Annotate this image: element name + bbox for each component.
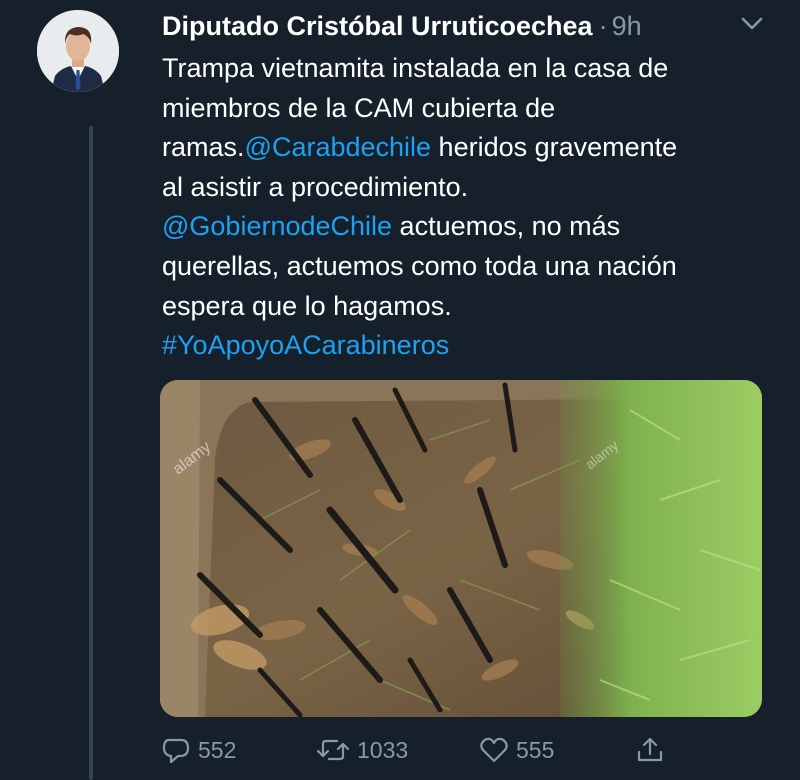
hashtag-link[interactable]: #YoApoyoACarabineros <box>162 330 449 360</box>
author-name[interactable]: Diputado Cristóbal Urruticoechea <box>162 11 593 42</box>
header-separator: · <box>598 10 608 41</box>
tweet-text-line: ramas.@Carabdechile heridos gravemente <box>162 128 782 168</box>
tweet-text-line: Trampa vietnamita instalada en la casa d… <box>162 49 782 89</box>
tweet-text-segment: espera que lo hagamos. <box>162 290 452 321</box>
like-count: 555 <box>516 736 555 763</box>
like-icon <box>480 737 508 763</box>
tweet-text-segment: miembros de la CAM cubierta de <box>162 92 556 123</box>
tweet-text-segment: ramas. <box>162 132 245 163</box>
tweet-text-line: #YoApoyoACarabineros <box>162 326 782 366</box>
reply-count: 552 <box>198 736 237 763</box>
retweet-button[interactable]: 1033 <box>315 730 408 770</box>
retweet-icon <box>316 739 350 761</box>
tweet-text-segment: querellas, actuemos como toda una nación <box>162 250 677 281</box>
tweet-text-line: espera que lo hagamos. <box>162 287 782 327</box>
tweet-image[interactable]: alamy alamy <box>160 380 762 717</box>
trap-photo: alamy alamy <box>160 380 762 717</box>
tweet-text-line: al asistir a procedimiento. <box>162 168 782 208</box>
tweet-text-segment: al asistir a procedimiento. <box>162 171 469 202</box>
tweet-menu-button[interactable] <box>738 14 766 34</box>
avatar-photo <box>37 10 119 92</box>
mention-link[interactable]: @Carabdechile <box>245 132 432 162</box>
chevron-down-icon <box>741 17 763 30</box>
reply-icon <box>162 738 190 764</box>
author-avatar[interactable] <box>37 10 119 92</box>
tweet-text-segment: heridos gravemente <box>431 132 678 163</box>
tweet-text: Trampa vietnamita instalada en la casa d… <box>162 49 782 366</box>
like-button[interactable]: 555 <box>478 730 554 770</box>
share-button[interactable] <box>634 730 666 770</box>
retweet-count: 1033 <box>357 736 409 763</box>
tweet-header: Diputado Cristóbal Urruticoechea · 9h <box>162 8 642 44</box>
tweet-text-line: @GobiernodeChile actuemos, no más <box>162 207 782 247</box>
tweet-timestamp[interactable]: 9h <box>612 11 642 42</box>
mention-link[interactable]: @GobiernodeChile <box>162 211 392 241</box>
share-icon <box>637 737 663 762</box>
thread-line <box>89 126 93 780</box>
tweet-text-line: miembros de la CAM cubierta de <box>162 89 782 129</box>
reply-button[interactable]: 552 <box>160 730 236 770</box>
tweet-text-line: querellas, actuemos como toda una nación <box>162 247 782 287</box>
tweet-text-segment: Trampa vietnamita instalada en la casa d… <box>162 53 669 83</box>
tweet-actions: 552 1033 555 <box>160 730 680 770</box>
tweet-text-segment: actuemos, no más <box>392 211 621 242</box>
